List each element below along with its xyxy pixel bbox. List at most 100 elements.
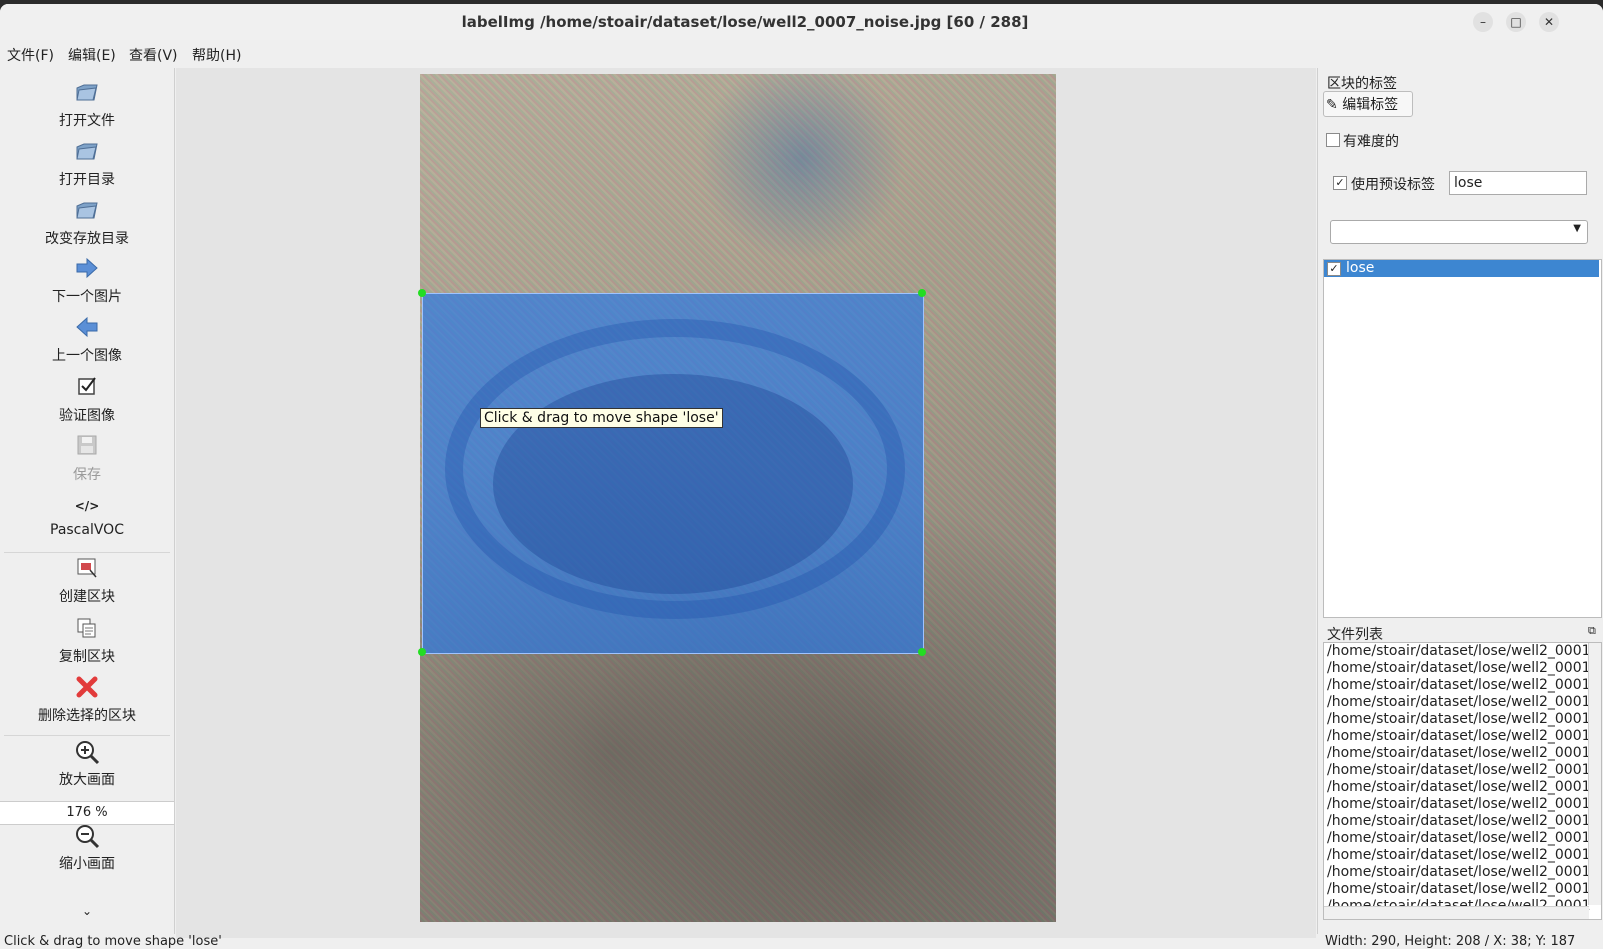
file-list[interactable]: /home/stoair/dataset/lose/well2_0001 /ho… xyxy=(1323,642,1602,920)
file-list-item[interactable]: /home/stoair/dataset/lose/well2_0001 xyxy=(1327,643,1591,660)
folder-icon xyxy=(0,198,174,226)
file-list-item[interactable]: /home/stoair/dataset/lose/well2_0001 xyxy=(1327,881,1591,898)
checkbox-icon xyxy=(0,375,174,403)
file-list-item[interactable]: /home/stoair/dataset/lose/well2_0001 xyxy=(1327,796,1591,813)
use-default-label-text: 使用预设标签 xyxy=(1351,177,1435,193)
float-dock-icon[interactable]: ⧉ xyxy=(1588,624,1596,638)
file-list-horizontal-scrollbar[interactable] xyxy=(1324,906,1589,919)
zoom-in-label: 放大画面 xyxy=(59,772,115,788)
file-list-item[interactable]: /home/stoair/dataset/lose/well2_0001 xyxy=(1327,745,1591,762)
app-window: labelImg /home/stoair/dataset/lose/well2… xyxy=(0,4,1603,949)
window-title: labelImg /home/stoair/dataset/lose/well2… xyxy=(461,13,1029,31)
title-bar: labelImg /home/stoair/dataset/lose/well2… xyxy=(0,4,1603,41)
file-list-item[interactable]: /home/stoair/dataset/lose/well2_0001 xyxy=(1327,864,1591,881)
open-file-label: 打开文件 xyxy=(59,113,115,129)
status-coordinates: Width: 290, Height: 208 / X: 38; Y: 187 xyxy=(1325,934,1576,949)
arrow-right-icon xyxy=(0,256,174,284)
zoom-spinbox[interactable]: 176 % xyxy=(0,801,174,825)
default-label-input[interactable]: lose xyxy=(1449,171,1587,195)
open-dir-label: 打开目录 xyxy=(59,172,115,188)
menu-bar: 文件(F) 编辑(E) 查看(V) 帮助(H) xyxy=(0,40,1603,68)
save-button[interactable]: 保存 xyxy=(0,434,174,484)
delete-box-label: 删除选择的区块 xyxy=(38,708,136,724)
delete-box-button[interactable]: 删除选择的区块 xyxy=(0,675,174,725)
verify-image-button[interactable]: 验证图像 xyxy=(0,375,174,425)
status-message: Click & drag to move shape 'lose' xyxy=(4,934,222,949)
save-icon xyxy=(0,434,174,462)
duplicate-box-button[interactable]: 复制区块 xyxy=(0,616,174,666)
chevron-down-icon: ▼ xyxy=(1573,223,1581,234)
label-list-item[interactable]: ✓ lose xyxy=(1324,260,1599,277)
label-item-text: lose xyxy=(1346,260,1375,276)
create-box-label: 创建区块 xyxy=(59,589,115,605)
minimize-icon[interactable]: – xyxy=(1473,12,1493,32)
difficult-checkbox[interactable] xyxy=(1326,133,1340,147)
box-labels-title: 区块的标签 xyxy=(1327,76,1397,92)
folder-icon xyxy=(0,139,174,167)
file-list-vertical-scrollbar[interactable] xyxy=(1588,643,1601,905)
prev-image-label: 上一个图像 xyxy=(52,348,122,364)
create-box-button[interactable]: 创建区块 xyxy=(0,556,174,606)
close-icon[interactable]: ✕ xyxy=(1539,12,1559,32)
toolbar: 打开文件 打开目录 改变存放目录 下一个图片 上一个图像 验证图像 保存 </> xyxy=(0,68,175,934)
status-bar: Click & drag to move shape 'lose' Width:… xyxy=(0,934,1603,949)
file-list-item[interactable]: /home/stoair/dataset/lose/well2_0001 xyxy=(1327,728,1591,745)
duplicate-box-label: 复制区块 xyxy=(59,649,115,665)
file-list-item[interactable]: /home/stoair/dataset/lose/well2_0001 xyxy=(1327,660,1591,677)
bounding-box-lose[interactable] xyxy=(422,293,924,654)
menu-file[interactable]: 文件(F) xyxy=(7,45,54,65)
open-dir-button[interactable]: 打开目录 xyxy=(0,139,174,189)
save-label: 保存 xyxy=(73,467,101,483)
file-list-title: 文件列表 xyxy=(1327,627,1383,643)
toolbar-extension-icon[interactable]: ⌄ xyxy=(0,904,174,918)
well-interior xyxy=(493,374,853,594)
move-shape-tooltip: Click & drag to move shape 'lose' xyxy=(480,408,723,428)
prev-image-button[interactable]: 上一个图像 xyxy=(0,315,174,365)
maximize-icon[interactable]: □ xyxy=(1506,12,1526,32)
format-toggle-button[interactable]: </> PascalVOC xyxy=(0,492,174,538)
image-canvas[interactable]: Click & drag to move shape 'lose' xyxy=(176,68,1316,938)
arrow-left-icon xyxy=(0,315,174,343)
zoom-out-icon xyxy=(0,823,174,851)
next-image-label: 下一个图片 xyxy=(52,289,122,305)
file-list-item[interactable]: /home/stoair/dataset/lose/well2_0001 xyxy=(1327,847,1591,864)
box-handle-top-left[interactable] xyxy=(418,289,426,297)
file-list-item[interactable]: /home/stoair/dataset/lose/well2_0001 xyxy=(1327,779,1591,796)
right-panel: 区块的标签 ✎ 编辑标签 有难度的 ✓ 使用预设标签 lose ▼ ✓ lose… xyxy=(1317,68,1603,934)
box-handle-bottom-right[interactable] xyxy=(918,648,926,656)
box-handle-bottom-left[interactable] xyxy=(418,648,426,656)
file-list-item[interactable]: /home/stoair/dataset/lose/well2_0001 xyxy=(1327,762,1591,779)
edit-label-text: 编辑标签 xyxy=(1342,97,1399,113)
zoom-out-button[interactable]: 缩小画面 xyxy=(0,823,174,873)
copy-icon xyxy=(0,616,174,644)
zoom-in-icon xyxy=(0,739,174,767)
menu-edit[interactable]: 编辑(E) xyxy=(68,45,116,65)
menu-view[interactable]: 查看(V) xyxy=(129,45,178,65)
change-save-dir-button[interactable]: 改变存放目录 xyxy=(0,198,174,248)
file-list-item[interactable]: /home/stoair/dataset/lose/well2_0001 xyxy=(1327,677,1591,694)
open-file-button[interactable]: 打开文件 xyxy=(0,80,174,130)
zoom-in-button[interactable]: 放大画面 xyxy=(0,739,174,789)
edit-icon: ✎ xyxy=(1326,97,1338,113)
verify-image-label: 验证图像 xyxy=(59,408,115,424)
label-combo-box[interactable]: ▼ xyxy=(1330,220,1588,244)
difficult-label: 有难度的 xyxy=(1343,134,1399,150)
label-list[interactable]: ✓ lose xyxy=(1323,259,1602,618)
change-save-dir-label: 改变存放目录 xyxy=(45,231,129,247)
toolbar-separator xyxy=(4,735,170,736)
next-image-button[interactable]: 下一个图片 xyxy=(0,256,174,306)
file-list-item[interactable]: /home/stoair/dataset/lose/well2_0001 xyxy=(1327,830,1591,847)
use-default-label-checkbox[interactable]: ✓ xyxy=(1333,176,1347,190)
toolbar-separator xyxy=(4,552,170,553)
file-list-item[interactable]: /home/stoair/dataset/lose/well2_0001 xyxy=(1327,711,1591,728)
edit-label-button[interactable]: ✎ 编辑标签 xyxy=(1323,91,1413,117)
label-item-checkbox[interactable]: ✓ xyxy=(1327,262,1341,276)
menu-help[interactable]: 帮助(H) xyxy=(192,45,241,65)
file-list-item[interactable]: /home/stoair/dataset/lose/well2_0001 xyxy=(1327,813,1591,830)
delete-icon xyxy=(0,675,174,703)
box-handle-top-right[interactable] xyxy=(918,289,926,297)
file-list-item[interactable]: /home/stoair/dataset/lose/well2_0001 xyxy=(1327,694,1591,711)
format-label: PascalVOC xyxy=(50,522,124,538)
folder-icon xyxy=(0,80,174,108)
create-box-icon xyxy=(0,556,174,584)
